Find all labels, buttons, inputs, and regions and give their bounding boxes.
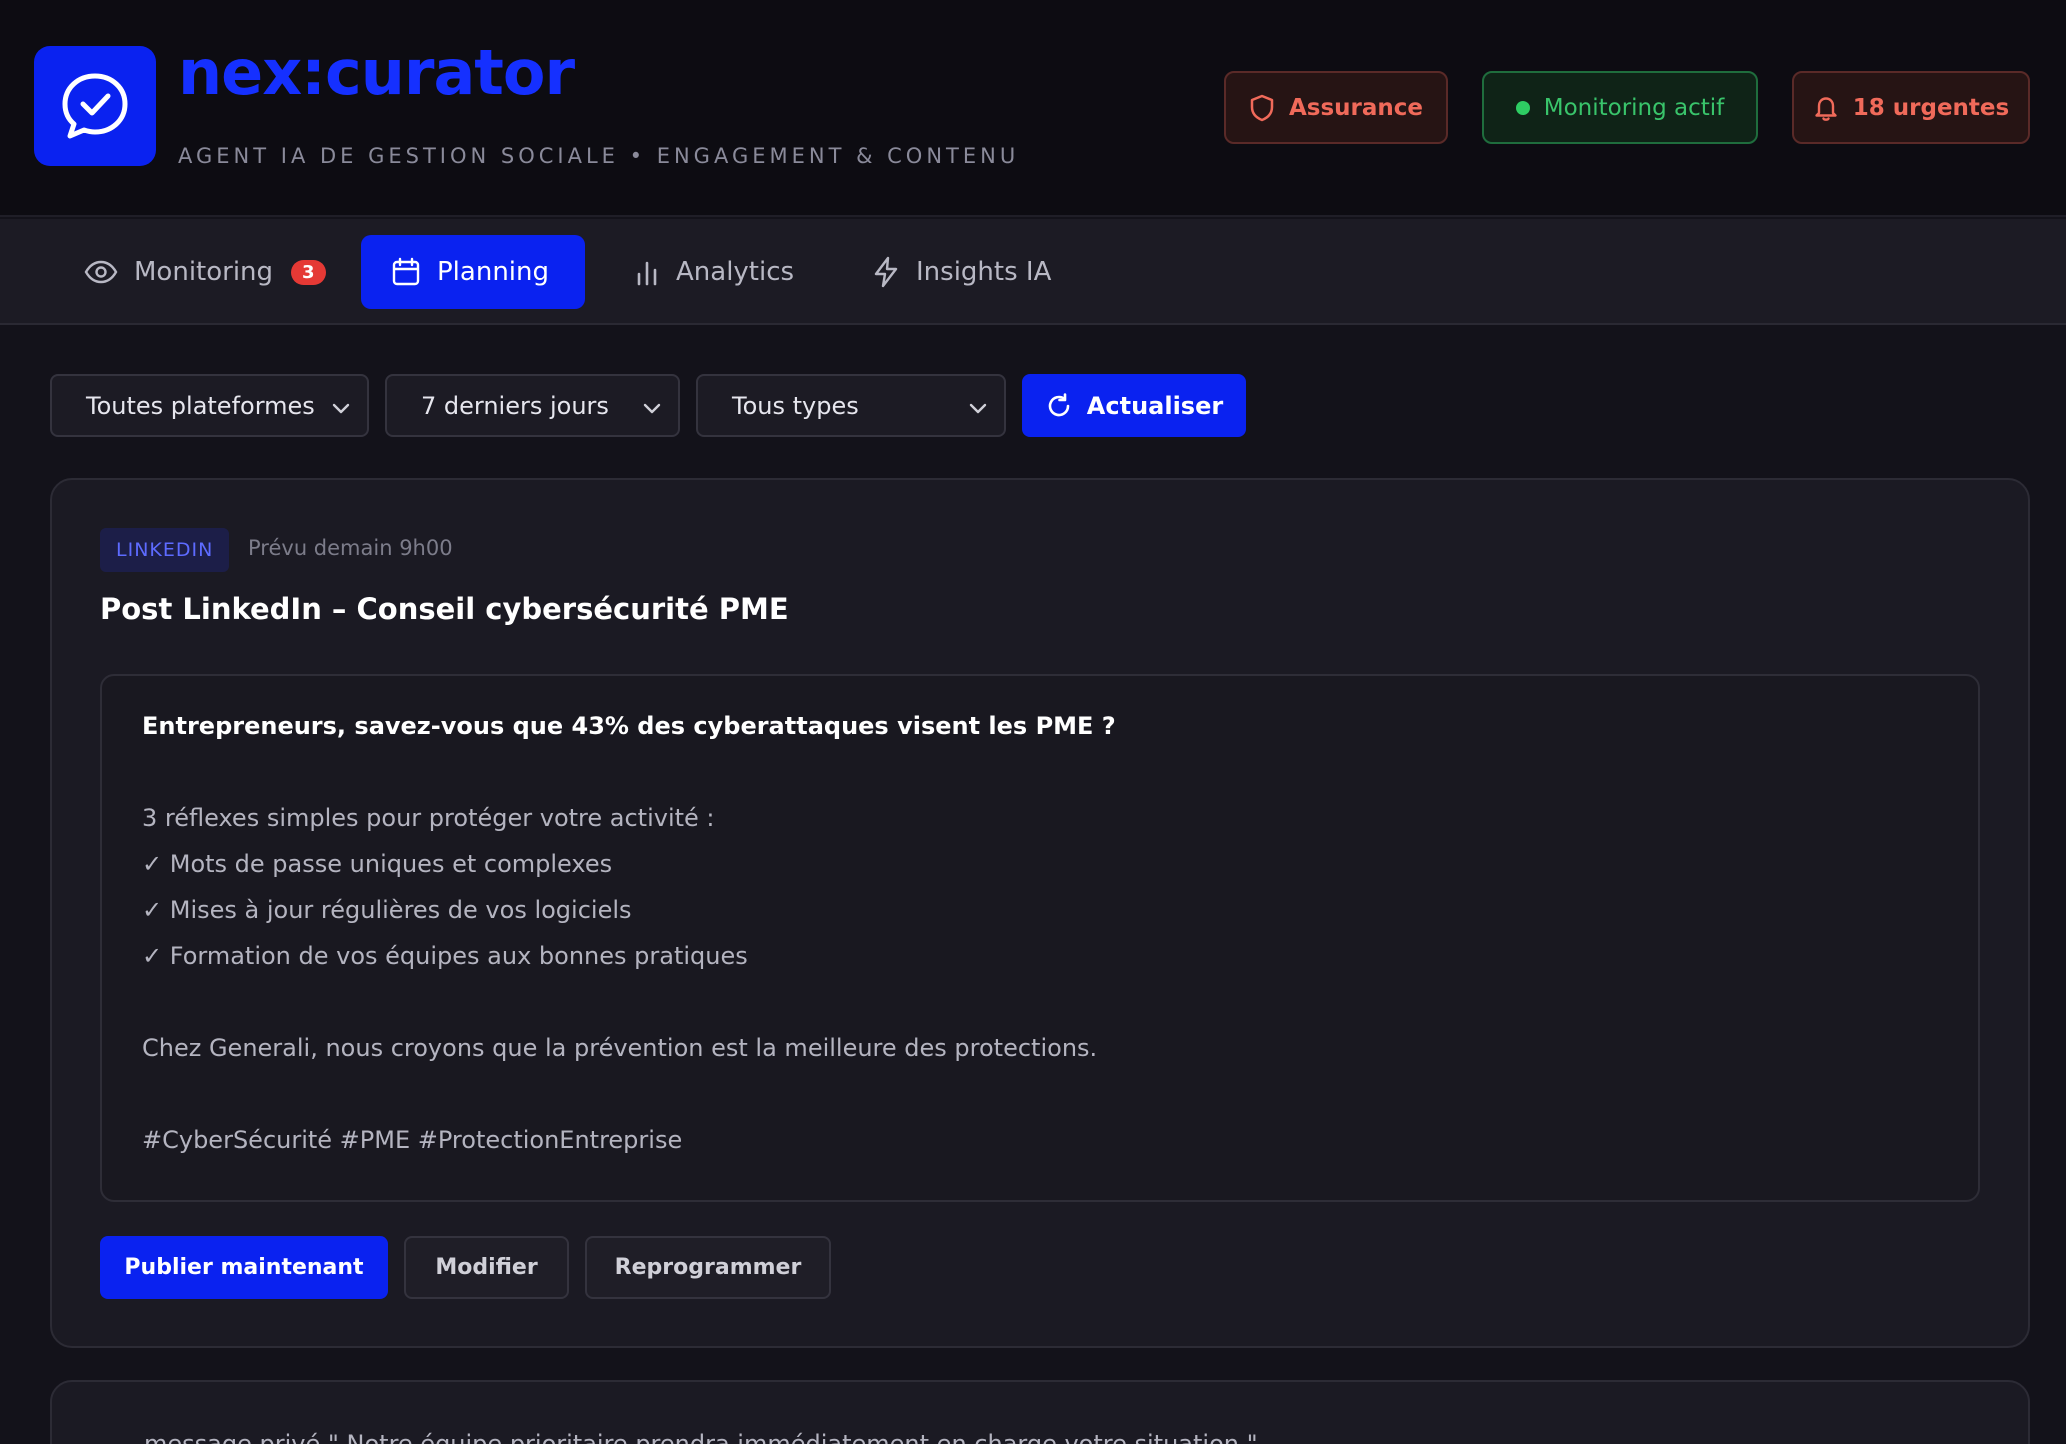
next-post-card: message privé." Notre équipe prioritaire…	[50, 1380, 2030, 1444]
modify-button[interactable]: Modifier	[404, 1236, 569, 1299]
tab-analytics[interactable]: Analytics	[604, 235, 824, 309]
status-dot-icon	[1515, 100, 1530, 115]
app-logo	[34, 46, 156, 166]
platform-select[interactable]: Toutes plateformes	[50, 374, 369, 437]
tab-insights[interactable]: Insights IA	[842, 235, 1081, 309]
monitoring-count-badge: 3	[291, 259, 326, 285]
post-content: Entrepreneurs, savez-vous que 43% des cy…	[100, 674, 1980, 1202]
post-list-item: ✓ Mises à jour régulières de vos logicie…	[142, 896, 632, 924]
post-list-item: ✓ Formation de vos équipes aux bonnes pr…	[142, 942, 748, 970]
tab-insights-label: Insights IA	[916, 257, 1052, 287]
post-headline: Entrepreneurs, savez-vous que 43% des cy…	[142, 712, 1116, 740]
tab-bar: Monitoring 3 Planning Analytics Insights…	[0, 219, 2066, 325]
tab-planning[interactable]: Planning	[361, 235, 585, 309]
tab-analytics-label: Analytics	[676, 257, 795, 287]
post-hashtags: #CyberSécurité #PME #ProtectionEntrepris…	[142, 1126, 683, 1154]
post-list-item: ✓ Mots de passe uniques et complexes	[142, 850, 613, 878]
eye-icon	[84, 260, 118, 284]
shield-icon	[1250, 94, 1274, 121]
monitoring-status-button[interactable]: Monitoring actif	[1482, 71, 1758, 144]
lightning-icon	[874, 256, 898, 288]
platform-tag: LINKEDIN	[100, 528, 230, 572]
next-post-text: message privé." Notre équipe prioritaire…	[144, 1430, 1258, 1444]
header: nex:curator AGENT IA DE GESTION SOCIALE …	[0, 0, 2066, 217]
tab-planning-label: Planning	[437, 257, 549, 287]
type-select[interactable]: Tous types	[696, 374, 1006, 437]
platform-select-value: Toutes plateformes	[86, 391, 315, 420]
app-root: nex:curator AGENT IA DE GESTION SOCIALE …	[0, 0, 2066, 1444]
tab-monitoring-label: Monitoring	[134, 257, 274, 287]
chat-check-icon	[62, 73, 128, 139]
urgent-alerts-button[interactable]: 18 urgentes	[1792, 71, 2030, 144]
calendar-icon	[392, 257, 420, 286]
assurance-label: Assurance	[1288, 94, 1424, 121]
bell-icon	[1815, 96, 1837, 121]
chevron-down-icon	[969, 403, 987, 414]
chevron-down-icon	[332, 403, 350, 414]
app-subtitle: AGENT IA DE GESTION SOCIALE • ENGAGEMENT…	[178, 144, 1020, 168]
urgent-alerts-label: 18 urgentes	[1852, 94, 2010, 121]
monitoring-status-label: Monitoring actif	[1543, 94, 1725, 121]
reschedule-button[interactable]: Reprogrammer	[585, 1236, 831, 1299]
refresh-button[interactable]: Actualiser	[1022, 374, 1246, 437]
refresh-label: Actualiser	[1086, 391, 1224, 420]
chevron-down-icon	[643, 403, 661, 414]
schedule-time: Prévu demain 9h00	[248, 536, 453, 560]
refresh-icon	[1048, 392, 1070, 416]
bar-chart-icon	[637, 261, 657, 286]
tab-monitoring[interactable]: Monitoring 3	[54, 235, 356, 309]
app-title: nex:curator	[178, 36, 575, 109]
post-title: Post LinkedIn – Conseil cybersécurité PM…	[100, 592, 789, 626]
publish-now-button[interactable]: Publier maintenant	[100, 1236, 388, 1299]
post-closing: Chez Generali, nous croyons que la préve…	[142, 1034, 1098, 1062]
post-intro: 3 réflexes simples pour protéger votre a…	[142, 804, 715, 832]
scheduled-post-card: LINKEDIN Prévu demain 9h00 Post LinkedIn…	[50, 478, 2030, 1348]
period-select-value: 7 derniers jours	[421, 391, 609, 420]
period-select[interactable]: 7 derniers jours	[385, 374, 680, 437]
type-select-value: Tous types	[732, 391, 859, 420]
assurance-button[interactable]: Assurance	[1224, 71, 1448, 144]
